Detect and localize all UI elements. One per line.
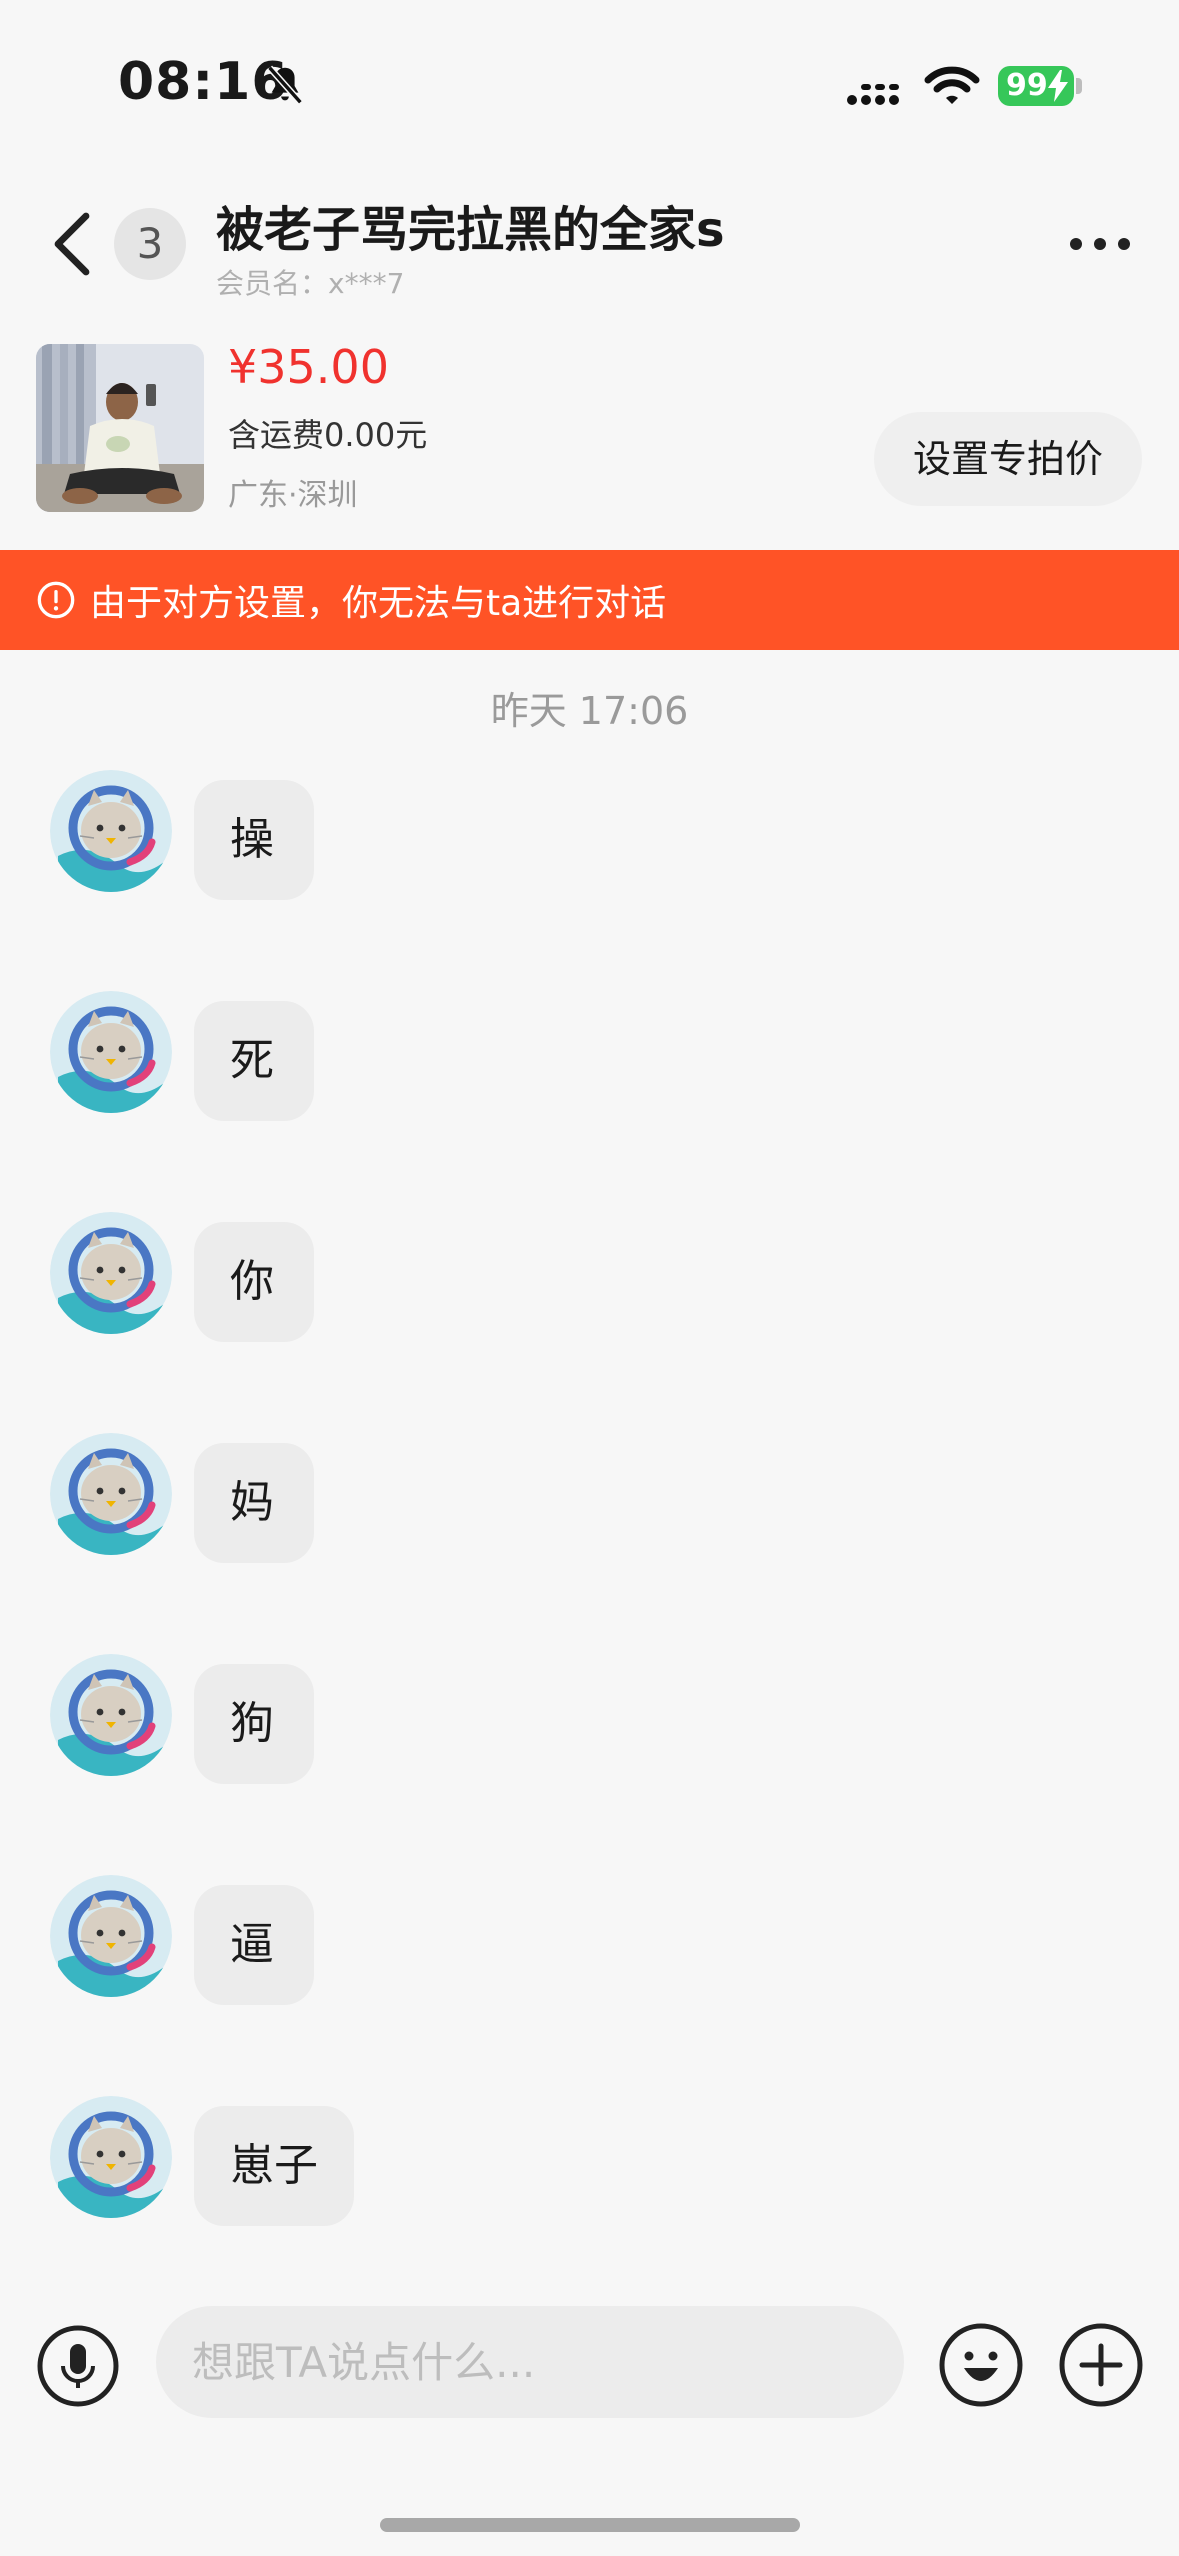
alert-circle-icon xyxy=(37,581,75,619)
avatar[interactable] xyxy=(50,1875,172,1997)
avatar[interactable] xyxy=(50,1212,172,1334)
message-bubble[interactable]: 逼 xyxy=(194,1885,314,2005)
blocked-warning-banner: 由于对方设置，你无法与ta进行对话 xyxy=(0,550,1179,650)
message-bubble[interactable]: 狗 xyxy=(194,1664,314,1784)
message-bubble[interactable]: 死 xyxy=(194,1001,314,1121)
warning-text: 由于对方设置，你无法与ta进行对话 xyxy=(90,583,667,624)
seller-location: 广东·深圳 xyxy=(228,478,358,513)
member-name: 会员名：x***7 xyxy=(216,267,405,300)
message-row: 死 xyxy=(0,991,1179,1121)
message-timestamp: 昨天 17:06 xyxy=(490,689,689,733)
emoji-icon[interactable] xyxy=(938,2322,1024,2408)
message-row: 狗 xyxy=(0,1654,1179,1784)
status-bar: 08:16 99 xyxy=(0,0,1179,170)
avatar[interactable] xyxy=(50,2096,172,2218)
battery-level: 99 xyxy=(1006,68,1048,103)
message-input[interactable] xyxy=(156,2306,904,2418)
message-bubble[interactable]: 崽子 xyxy=(194,2106,354,2226)
avatar[interactable] xyxy=(50,770,172,892)
battery-indicator: 99 xyxy=(998,66,1074,106)
home-indicator xyxy=(380,2518,800,2532)
set-special-price-button[interactable]: 设置专拍价 xyxy=(874,412,1142,506)
message-row: 你 xyxy=(0,1212,1179,1342)
message-bubble[interactable]: 妈 xyxy=(194,1443,314,1563)
battery-charging-icon xyxy=(1048,70,1068,102)
avatar[interactable] xyxy=(50,1433,172,1555)
product-price: ¥35.00 xyxy=(228,340,389,394)
chat-title: 被老子骂完拉黑的全家s xyxy=(216,202,725,258)
product-photo xyxy=(36,344,204,512)
message-row: 逼 xyxy=(0,1875,1179,2005)
back-icon[interactable] xyxy=(48,210,96,278)
wifi-icon xyxy=(924,66,980,104)
avatar[interactable] xyxy=(50,1654,172,1776)
avatar[interactable] xyxy=(50,991,172,1113)
more-icon[interactable] xyxy=(1068,236,1132,252)
message-row: 崽子 xyxy=(0,2096,1179,2226)
plus-icon[interactable] xyxy=(1058,2322,1144,2408)
bell-slash-icon xyxy=(267,65,303,105)
product-thumbnail[interactable] xyxy=(36,344,204,512)
message-bubble[interactable]: 操 xyxy=(194,780,314,900)
message-row: 妈 xyxy=(0,1433,1179,1563)
unread-badge[interactable]: 3 xyxy=(114,208,186,280)
message-row: 操 xyxy=(0,770,1179,900)
battery-nub xyxy=(1076,78,1082,94)
message-bubble[interactable]: 你 xyxy=(194,1222,314,1342)
microphone-icon[interactable] xyxy=(36,2324,120,2408)
shipping-fee: 含运费0.00元 xyxy=(228,416,428,454)
signal-icon xyxy=(847,84,899,105)
